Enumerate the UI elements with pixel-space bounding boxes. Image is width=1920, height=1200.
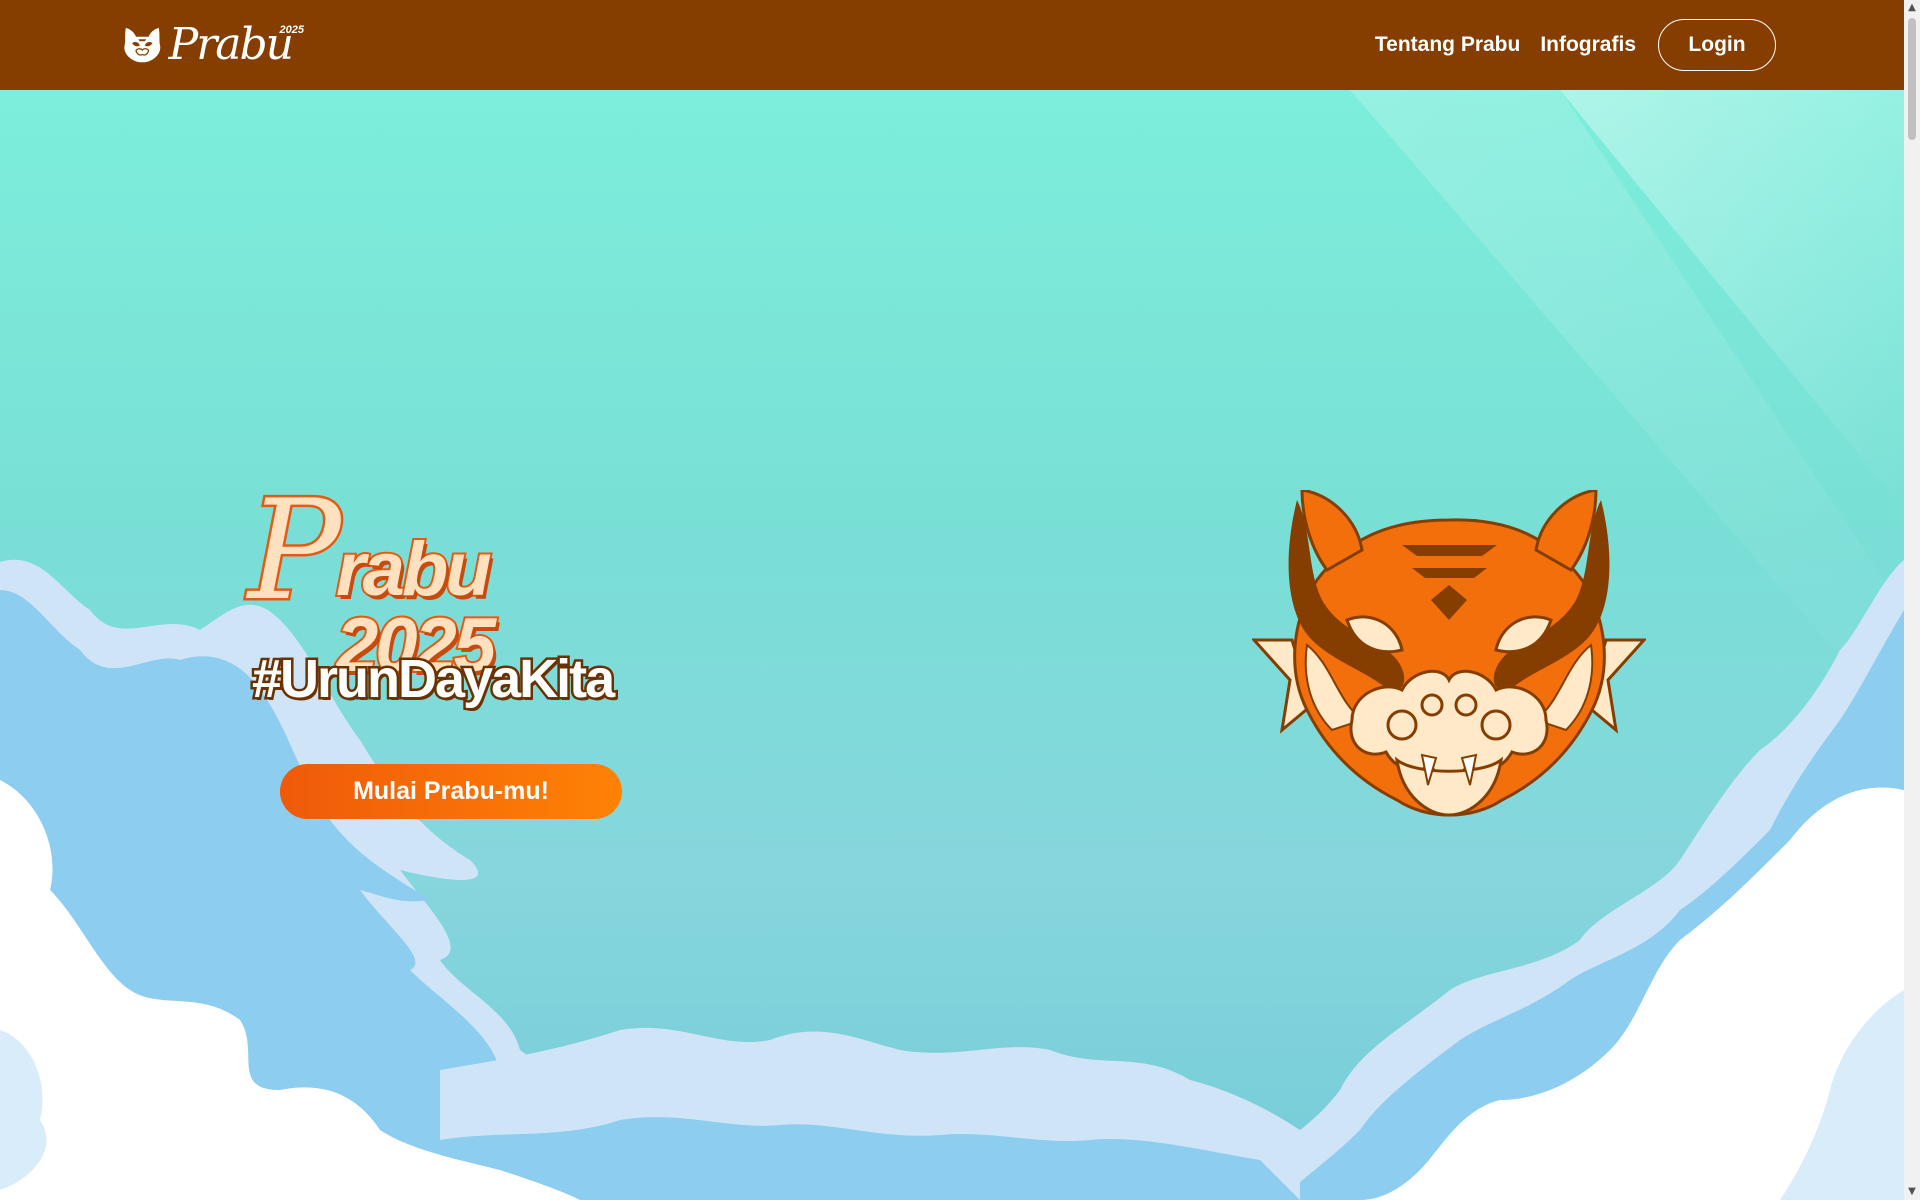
chevron-up-icon[interactable]: ▲	[1904, 0, 1920, 16]
brand-year: 2025	[279, 24, 304, 36]
brand-wordmark-text: Prabu	[168, 19, 294, 70]
hero-tagline: #UrunDayaKita	[249, 649, 617, 709]
page-scrollbar[interactable]: ▲ ▼	[1904, 0, 1920, 1200]
top-navbar: Prabu 2025 Tentang Prabu Infografis Logi…	[0, 0, 1904, 90]
chevron-down-icon[interactable]: ▼	[1904, 1184, 1920, 1200]
hero-title: P rabu 2025	[246, 479, 658, 686]
tiger-mask-icon	[1252, 490, 1646, 817]
tiger-mask-icon	[124, 27, 161, 63]
nav-link-tentang-prabu[interactable]: Tentang Prabu	[1375, 33, 1520, 57]
login-button[interactable]: Login	[1658, 19, 1776, 71]
brand-wordmark: Prabu 2025	[169, 23, 304, 67]
hero-title-initial: P	[246, 470, 344, 631]
nav-link-infografis[interactable]: Infografis	[1540, 33, 1636, 57]
brand-logo[interactable]: Prabu 2025	[122, 14, 304, 76]
start-prabu-button[interactable]: Mulai Prabu-mu!	[280, 764, 622, 819]
scrollbar-thumb[interactable]	[1908, 18, 1916, 140]
page-viewport: P rabu 2025 #UrunDayaKita Mulai Prabu-mu…	[0, 0, 1904, 1200]
nav-links: Tentang Prabu Infografis Login	[1375, 19, 1776, 71]
